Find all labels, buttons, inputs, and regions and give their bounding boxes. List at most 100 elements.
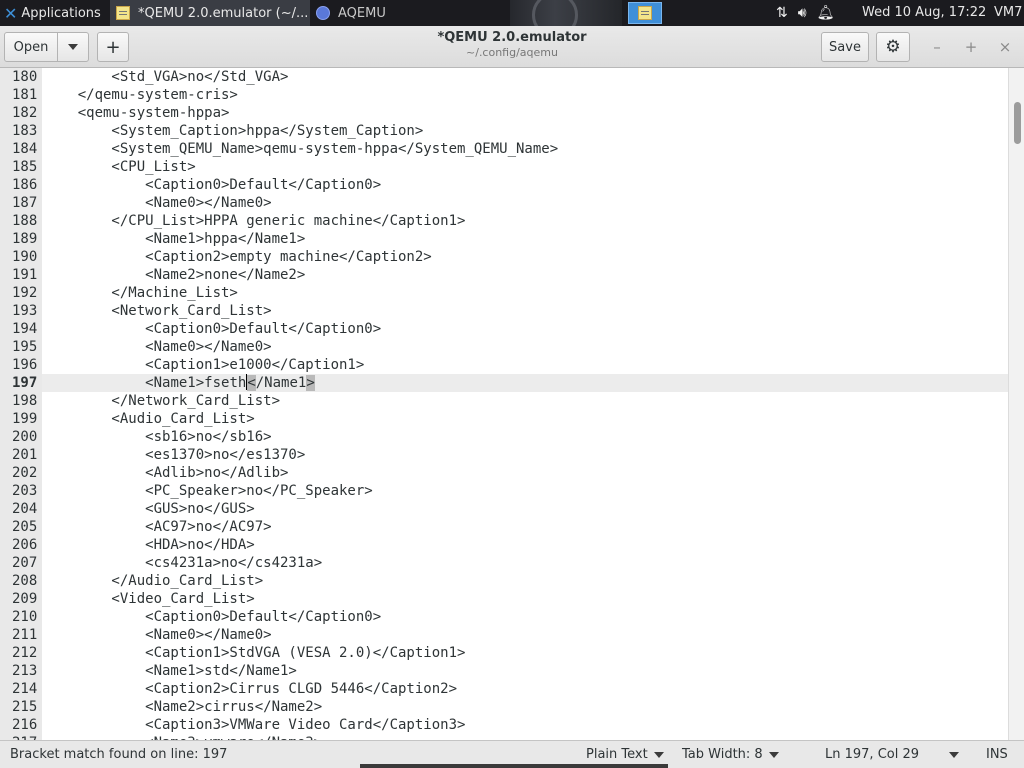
volume-icon[interactable]: 🔊︎	[798, 5, 807, 21]
window-title-area: *QEMU 2.0.emulator ~/.config/aqemu	[300, 30, 724, 59]
line-text[interactable]: <GUS>no</GUS>	[44, 500, 255, 518]
editor-line[interactable]: 191 <Name2>none</Name2>	[0, 266, 1008, 284]
new-document-button[interactable]: +	[97, 32, 129, 62]
editor-line[interactable]: 205 <AC97>no</AC97>	[0, 518, 1008, 536]
cursor-position-selector[interactable]: Ln 197, Col 29	[825, 741, 960, 768]
vertical-scrollbar[interactable]	[1008, 68, 1024, 740]
line-text[interactable]: <Name1>hppa</Name1>	[44, 230, 305, 248]
tab-width-selector[interactable]: Tab Width: 8	[682, 741, 779, 768]
notification-bell-icon[interactable]: 🔔︎	[817, 5, 835, 21]
line-text[interactable]: <Caption0>Default</Caption0>	[44, 176, 381, 194]
editor-line[interactable]: 194 <Caption0>Default</Caption0>	[0, 320, 1008, 338]
editor-line[interactable]: 187 <Name0></Name0>	[0, 194, 1008, 212]
line-text[interactable]: <Name0></Name0>	[44, 626, 271, 644]
open-button[interactable]: Open	[4, 32, 58, 62]
editor-current-line[interactable]: 197 <Name1>fseth</Name1>	[0, 374, 1008, 392]
editor-line[interactable]: 203 <PC_Speaker>no</PC_Speaker>	[0, 482, 1008, 500]
editor-line[interactable]: 190 <Caption2>empty machine</Caption2>	[0, 248, 1008, 266]
line-text[interactable]: <Name2>none</Name2>	[44, 266, 305, 284]
line-text[interactable]: </qemu-system-cris>	[44, 86, 238, 104]
save-button[interactable]: Save	[821, 32, 869, 62]
editor-line[interactable]: 209 <Video_Card_List>	[0, 590, 1008, 608]
gear-icon[interactable]: ⚙	[876, 32, 910, 62]
text-editor-area[interactable]: 180 <Std_VGA>no</Std_VGA> 181 </qemu-syst…	[0, 68, 1024, 740]
taskbar-item-aqemu[interactable]: AQEMU	[312, 0, 508, 26]
line-text[interactable]: </Network_Card_List>	[44, 392, 280, 410]
editor-line[interactable]: 215 <Name2>cirrus</Name2>	[0, 698, 1008, 716]
line-text[interactable]: <AC97>no</AC97>	[44, 518, 271, 536]
editor-line[interactable]: 206 <HDA>no</HDA>	[0, 536, 1008, 554]
line-text[interactable]: <Caption0>Default</Caption0>	[44, 608, 381, 626]
line-text[interactable]: <Std_VGA>no</Std_VGA>	[44, 68, 288, 86]
chevron-down-icon	[68, 44, 78, 50]
line-text[interactable]: </Audio_Card_List>	[44, 572, 263, 590]
line-text[interactable]: <Audio_Card_List>	[44, 410, 254, 428]
editor-line[interactable]: 202 <Adlib>no</Adlib>	[0, 464, 1008, 482]
line-text[interactable]: <HDA>no</HDA>	[44, 536, 255, 554]
editor-line[interactable]: 192 </Machine_List>	[0, 284, 1008, 302]
line-text[interactable]: <Caption2>Cirrus CLGD 5446</Caption2>	[44, 680, 457, 698]
editor-line[interactable]: 189 <Name1>hppa</Name1>	[0, 230, 1008, 248]
editor-line[interactable]: 195 <Name0></Name0>	[0, 338, 1008, 356]
line-text[interactable]: <System_Caption>hppa</System_Caption>	[44, 122, 423, 140]
line-text[interactable]: <qemu-system-hppa>	[44, 104, 230, 122]
editor-line[interactable]: 214 <Caption2>Cirrus CLGD 5446</Caption2…	[0, 680, 1008, 698]
line-text[interactable]: <Network_Card_List>	[44, 302, 271, 320]
line-text[interactable]: <Name1>fseth</Name1>	[44, 374, 315, 392]
editor-line[interactable]: 183 <System_Caption>hppa</System_Caption…	[0, 122, 1008, 140]
taskbar-item-editor[interactable]: *QEMU 2.0.emulator (~/...	[110, 0, 310, 26]
editor-line[interactable]: 216 <Caption3>VMWare Video Card</Caption…	[0, 716, 1008, 734]
line-text[interactable]: <Caption2>empty machine</Caption2>	[44, 248, 432, 266]
editor-line[interactable]: 184 <System_QEMU_Name>qemu-system-hppa</…	[0, 140, 1008, 158]
line-text[interactable]: </Machine_List>	[44, 284, 237, 302]
editor-line[interactable]: 213 <Name1>std</Name1>	[0, 662, 1008, 680]
line-text[interactable]: <Name0></Name0>	[44, 194, 271, 212]
editor-line[interactable]: 182 <qemu-system-hppa>	[0, 104, 1008, 122]
line-text[interactable]: <CPU_List>	[44, 158, 195, 176]
line-text[interactable]: <cs4231a>no</cs4231a>	[44, 554, 322, 572]
line-text[interactable]: <System_QEMU_Name>qemu-system-hppa</Syst…	[44, 140, 558, 158]
line-text[interactable]: <Name1>std</Name1>	[44, 662, 297, 680]
scrollbar-thumb[interactable]	[1014, 102, 1021, 144]
active-app-launcher[interactable]	[628, 2, 662, 24]
editor-line[interactable]: 200 <sb16>no</sb16>	[0, 428, 1008, 446]
editor-line[interactable]: 185 <CPU_List>	[0, 158, 1008, 176]
editor-line[interactable]: 204 <GUS>no</GUS>	[0, 500, 1008, 518]
editor-line[interactable]: 196 <Caption1>e1000</Caption1>	[0, 356, 1008, 374]
line-text[interactable]: <Video_Card_List>	[44, 590, 254, 608]
editor-line[interactable]: 211 <Name0></Name0>	[0, 626, 1008, 644]
line-text[interactable]: <PC_Speaker>no</PC_Speaker>	[44, 482, 373, 500]
editor-line[interactable]: 188 </CPU_List>HPPA generic machine</Cap…	[0, 212, 1008, 230]
applications-menu[interactable]: ✕ Applications	[0, 0, 106, 26]
line-text[interactable]: <Caption3>VMWare Video Card</Caption3>	[44, 716, 465, 734]
editor-line[interactable]: 208 </Audio_Card_List>	[0, 572, 1008, 590]
line-text[interactable]: <Caption1>StdVGA (VESA 2.0)</Caption1>	[44, 644, 465, 662]
editor-line[interactable]: 180 <Std_VGA>no</Std_VGA>	[0, 68, 1008, 86]
line-text[interactable]: <sb16>no</sb16>	[44, 428, 271, 446]
network-icon[interactable]: ⇅	[776, 5, 788, 21]
editor-line[interactable]: 186 <Caption0>Default</Caption0>	[0, 176, 1008, 194]
close-button[interactable]: ×	[994, 36, 1016, 58]
editor-line[interactable]: 181 </qemu-system-cris>	[0, 86, 1008, 104]
maximize-button[interactable]: +	[960, 36, 982, 58]
line-text[interactable]: <Adlib>no</Adlib>	[44, 464, 288, 482]
panel-user[interactable]: VM7	[994, 0, 1024, 26]
editor-line[interactable]: 193 <Network_Card_List>	[0, 302, 1008, 320]
line-text[interactable]: </CPU_List>HPPA generic machine</Caption…	[44, 212, 465, 230]
editor-line[interactable]: 210 <Caption0>Default</Caption0>	[0, 608, 1008, 626]
panel-clock[interactable]: Wed 10 Aug, 17:22	[862, 0, 986, 26]
line-text[interactable]: <Name2>cirrus</Name2>	[44, 698, 322, 716]
editor-line[interactable]: 207 <cs4231a>no</cs4231a>	[0, 554, 1008, 572]
editor-line[interactable]: 201 <es1370>no</es1370>	[0, 446, 1008, 464]
line-number: 187	[12, 195, 38, 211]
open-recent-menu-button[interactable]	[57, 32, 89, 62]
editor-line[interactable]: 199 <Audio_Card_List>	[0, 410, 1008, 428]
line-text[interactable]: <Name0></Name0>	[44, 338, 271, 356]
line-text[interactable]: <Caption0>Default</Caption0>	[44, 320, 381, 338]
minimize-button[interactable]: –	[926, 36, 948, 58]
editor-line[interactable]: 198 </Network_Card_List>	[0, 392, 1008, 410]
line-number: 200	[12, 429, 38, 445]
line-text[interactable]: <es1370>no</es1370>	[44, 446, 305, 464]
editor-line[interactable]: 212 <Caption1>StdVGA (VESA 2.0)</Caption…	[0, 644, 1008, 662]
line-text[interactable]: <Caption1>e1000</Caption1>	[44, 356, 364, 374]
